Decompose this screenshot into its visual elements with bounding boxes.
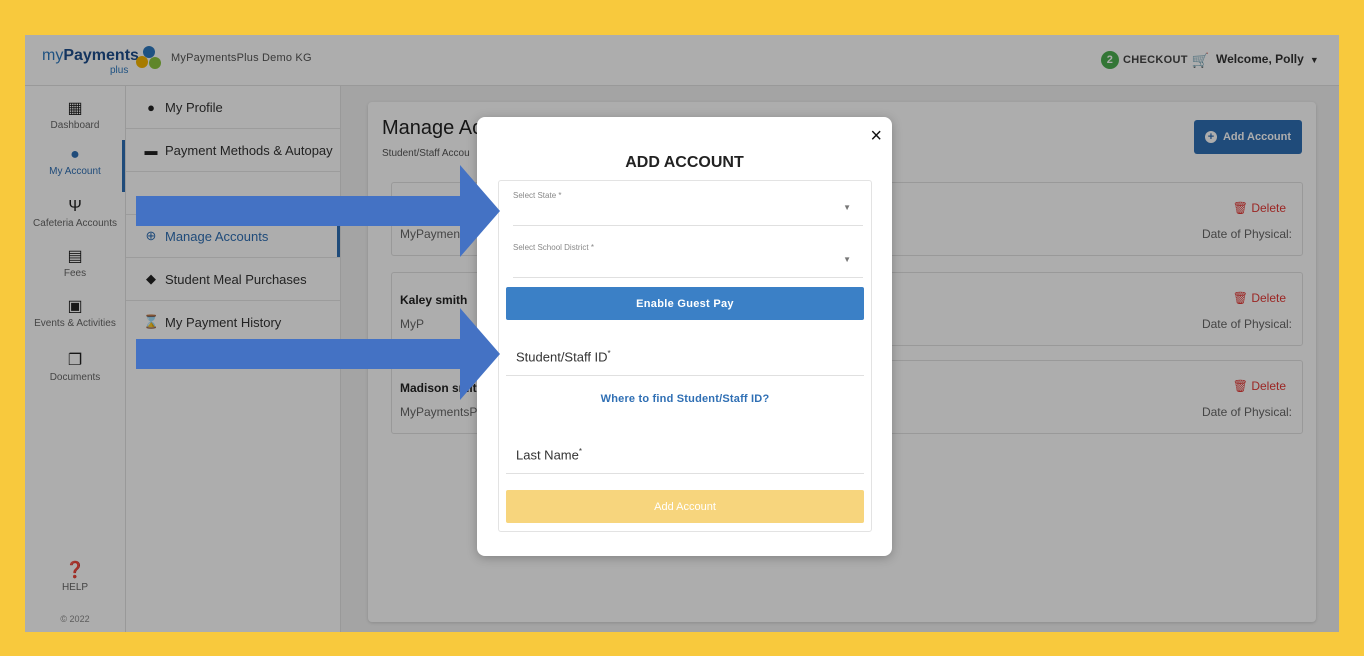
- modal-title: ADD ACCOUNT: [625, 154, 744, 171]
- close-icon[interactable]: ×: [870, 125, 882, 148]
- add-account-modal: × ADD ACCOUNT Select State * ▼ Select Sc…: [477, 117, 892, 556]
- state-select[interactable]: Select State * ▼: [513, 181, 863, 226]
- student-id-field[interactable]: Student/Staff ID*: [506, 331, 864, 376]
- state-select-label: Select State *: [513, 191, 562, 200]
- find-student-id-link[interactable]: Where to find Student/Staff ID?: [499, 393, 871, 405]
- last-name-label: Last Name*: [516, 447, 582, 463]
- add-account-form: Select State * ▼ Select School District …: [498, 180, 872, 532]
- annotation-arrow-state: [136, 165, 500, 257]
- student-id-label: Student/Staff ID*: [516, 349, 611, 365]
- enable-guest-pay-button[interactable]: Enable Guest Pay: [506, 287, 864, 320]
- submit-add-account-button[interactable]: Add Account: [506, 490, 864, 523]
- school-district-select[interactable]: Select School District * ▼: [513, 233, 863, 278]
- dropdown-arrow-icon: ▼: [843, 255, 851, 264]
- dropdown-arrow-icon: ▼: [843, 203, 851, 212]
- annotation-arrow-student-id: [136, 308, 500, 400]
- last-name-field[interactable]: Last Name*: [506, 429, 864, 474]
- district-select-label: Select School District *: [513, 243, 594, 252]
